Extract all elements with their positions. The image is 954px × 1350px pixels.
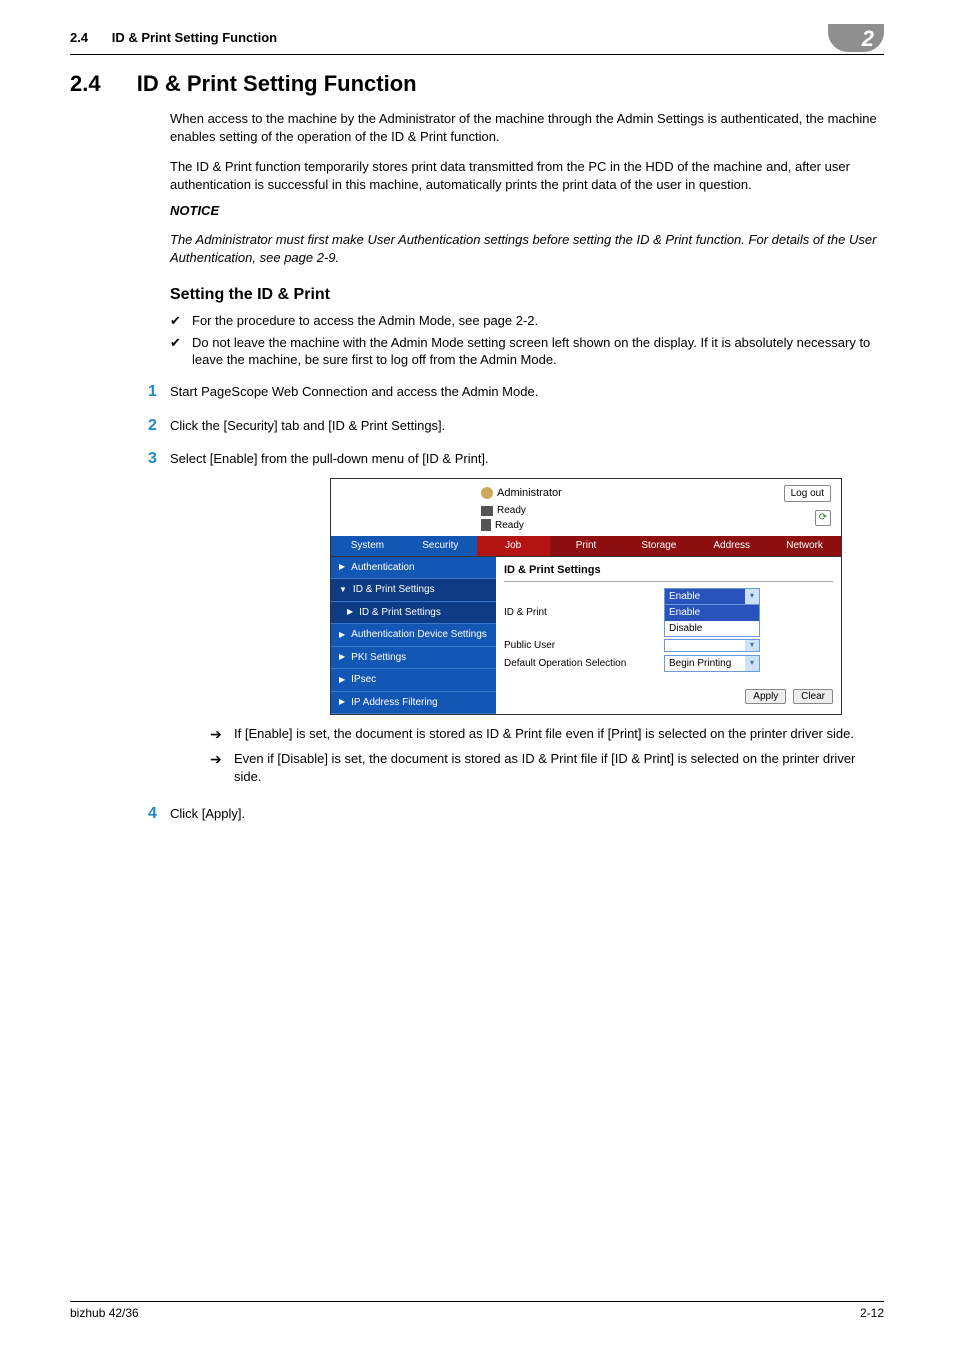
embedded-screenshot: Administrator Log out Ready Ready ⟳ bbox=[330, 478, 842, 716]
tab-address[interactable]: Address bbox=[695, 536, 768, 556]
tab-security[interactable]: Security bbox=[404, 536, 477, 556]
subsection-title: Setting the ID & Print bbox=[170, 286, 884, 304]
notice-label: NOTICE bbox=[170, 203, 884, 218]
row-label-id-print: ID & Print bbox=[504, 606, 664, 620]
paper-icon bbox=[481, 519, 491, 531]
nav-ipsec[interactable]: ▶IPsec bbox=[331, 669, 496, 692]
select-value bbox=[665, 640, 745, 651]
nav-auth-device[interactable]: ▶Authentication Device Settings bbox=[331, 624, 496, 647]
triangle-down-icon: ▼ bbox=[339, 585, 347, 596]
id-print-dropdown: Enable Disable bbox=[664, 605, 760, 637]
content-title: ID & Print Settings bbox=[504, 563, 833, 582]
check-icon: ✔ bbox=[170, 334, 192, 352]
steps-list: 1Start PageScope Web Connection and acce… bbox=[148, 381, 884, 825]
screenshot-nav: ▶Authentication ▼ID & Print Settings ▶ID… bbox=[331, 557, 496, 715]
user-name-text: Administrator bbox=[497, 486, 562, 501]
clear-button[interactable]: Clear bbox=[793, 689, 833, 704]
public-user-select[interactable]: ▾ bbox=[664, 639, 760, 652]
step-item: 2Click the [Security] tab and [ID & Prin… bbox=[148, 415, 884, 437]
check-item: ✔Do not leave the machine with the Admin… bbox=[170, 334, 884, 369]
step-text: Start PageScope Web Connection and acces… bbox=[170, 381, 884, 401]
printer-icon bbox=[481, 506, 493, 516]
triangle-right-icon: ▶ bbox=[339, 697, 345, 708]
screenshot-status: Ready Ready bbox=[481, 504, 526, 532]
chevron-down-icon: ▾ bbox=[745, 589, 759, 605]
arrow-right-icon: ➔ bbox=[210, 750, 234, 769]
step-text: Select [Enable] from the pull-down menu … bbox=[170, 450, 884, 468]
tab-print[interactable]: Print bbox=[550, 536, 623, 556]
page-title: 2.4 ID & Print Setting Function bbox=[70, 71, 884, 97]
chapter-badge: 2 bbox=[828, 24, 884, 52]
footer-product: bizhub 42/36 bbox=[70, 1306, 139, 1320]
status-text: Ready bbox=[495, 519, 524, 533]
intro-paragraph-2: The ID & Print function temporarily stor… bbox=[170, 158, 884, 193]
tab-network[interactable]: Network bbox=[768, 536, 841, 556]
arrow-text: Even if [Disable] is set, the document i… bbox=[234, 750, 884, 785]
nav-authentication[interactable]: ▶Authentication bbox=[331, 557, 496, 580]
step-number: 1 bbox=[148, 381, 170, 403]
arrow-item: ➔If [Enable] is set, the document is sto… bbox=[210, 725, 884, 744]
status-text: Ready bbox=[497, 504, 526, 518]
triangle-right-icon: ▶ bbox=[339, 562, 345, 573]
triangle-right-icon: ▶ bbox=[339, 675, 345, 686]
screenshot-content: ID & Print Settings ID & Print Enable ▾ bbox=[496, 557, 841, 715]
step-text: Click [Apply]. bbox=[170, 803, 884, 823]
person-icon bbox=[481, 487, 493, 499]
arrow-right-icon: ➔ bbox=[210, 725, 234, 744]
step-number: 3 bbox=[148, 448, 170, 470]
intro-paragraph-1: When access to the machine by the Admini… bbox=[170, 110, 884, 145]
header-section-title: ID & Print Setting Function bbox=[112, 30, 277, 45]
title-text: ID & Print Setting Function bbox=[137, 71, 417, 96]
step-item: 1Start PageScope Web Connection and acce… bbox=[148, 381, 884, 403]
refresh-icon[interactable]: ⟳ bbox=[815, 510, 831, 526]
triangle-right-icon: ▶ bbox=[347, 607, 353, 618]
tab-job[interactable]: Job bbox=[477, 536, 550, 556]
nav-id-print-child[interactable]: ▶ID & Print Settings bbox=[331, 602, 496, 625]
row-label-public-user: Public User bbox=[504, 639, 664, 653]
row-label-default-op: Default Operation Selection bbox=[504, 657, 664, 671]
select-value: Enable bbox=[665, 589, 745, 605]
check-text: For the procedure to access the Admin Mo… bbox=[192, 312, 538, 330]
step-item: 3 Select [Enable] from the pull-down men… bbox=[148, 448, 884, 791]
step-text: Click the [Security] tab and [ID & Print… bbox=[170, 415, 884, 435]
tab-system[interactable]: System bbox=[331, 536, 404, 556]
triangle-right-icon: ▶ bbox=[339, 652, 345, 663]
header-section-num: 2.4 bbox=[70, 30, 88, 45]
title-num: 2.4 bbox=[70, 71, 101, 96]
screenshot-user-label: Administrator bbox=[481, 486, 562, 501]
triangle-right-icon: ▶ bbox=[339, 630, 345, 641]
step-item: 4Click [Apply]. bbox=[148, 803, 884, 825]
check-item: ✔For the procedure to access the Admin M… bbox=[170, 312, 884, 330]
arrow-list: ➔If [Enable] is set, the document is sto… bbox=[210, 725, 884, 785]
dropdown-option-enable[interactable]: Enable bbox=[665, 605, 759, 621]
check-text: Do not leave the machine with the Admin … bbox=[192, 334, 884, 369]
arrow-text: If [Enable] is set, the document is stor… bbox=[234, 725, 854, 743]
nav-pki-settings[interactable]: ▶PKI Settings bbox=[331, 647, 496, 670]
nav-id-print-parent[interactable]: ▼ID & Print Settings bbox=[331, 579, 496, 602]
step-number: 2 bbox=[148, 415, 170, 437]
arrow-item: ➔Even if [Disable] is set, the document … bbox=[210, 750, 884, 785]
nav-ip-filter[interactable]: ▶IP Address Filtering bbox=[331, 692, 496, 715]
notice-text: The Administrator must first make User A… bbox=[170, 231, 884, 266]
tab-storage[interactable]: Storage bbox=[622, 536, 695, 556]
screenshot-tabs: System Security Job Print Storage Addres… bbox=[331, 536, 841, 556]
logout-button[interactable]: Log out bbox=[784, 485, 831, 503]
checkmark-list: ✔For the procedure to access the Admin M… bbox=[170, 312, 884, 369]
chevron-down-icon: ▾ bbox=[745, 640, 759, 651]
check-icon: ✔ bbox=[170, 312, 192, 330]
running-header: 2.4 ID & Print Setting Function 2 bbox=[70, 30, 884, 55]
select-value: Begin Printing bbox=[665, 656, 745, 672]
dropdown-option-disable[interactable]: Disable bbox=[665, 621, 759, 637]
id-print-select[interactable]: Enable ▾ bbox=[664, 588, 760, 606]
page-footer: bizhub 42/36 2-12 bbox=[70, 1301, 884, 1320]
default-op-select[interactable]: Begin Printing ▾ bbox=[664, 655, 760, 673]
chapter-number: 2 bbox=[862, 26, 874, 52]
apply-button[interactable]: Apply bbox=[745, 689, 786, 704]
footer-page-number: 2-12 bbox=[860, 1306, 884, 1320]
chevron-down-icon: ▾ bbox=[745, 656, 759, 672]
step-number: 4 bbox=[148, 803, 170, 825]
